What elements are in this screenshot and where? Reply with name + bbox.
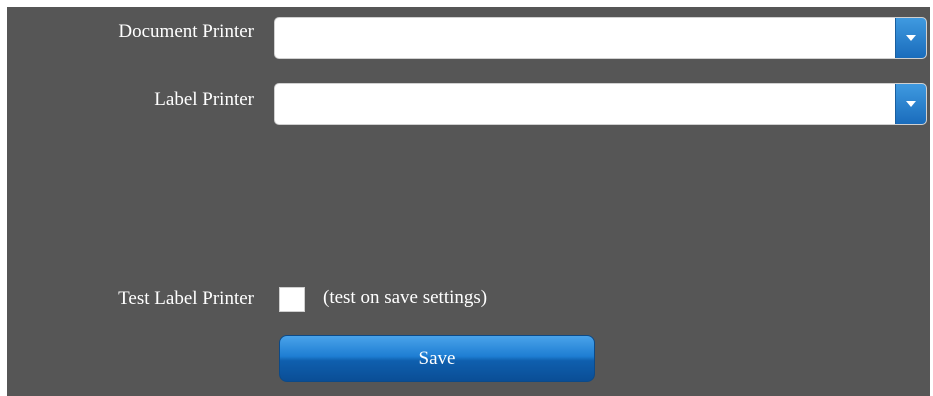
- test-label-printer-checkbox[interactable]: [279, 287, 305, 312]
- chevron-down-icon: [906, 35, 916, 41]
- label-printer-dropdown-button[interactable]: [895, 84, 926, 124]
- document-printer-label: Document Printer: [118, 21, 254, 42]
- document-printer-select[interactable]: [274, 17, 927, 59]
- label-printer-select[interactable]: [274, 83, 927, 125]
- chevron-down-icon: [906, 101, 916, 107]
- test-label-printer-label: Test Label Printer: [118, 288, 254, 309]
- document-printer-dropdown-button[interactable]: [895, 18, 926, 58]
- label-printer-label: Label Printer: [154, 89, 254, 110]
- printer-settings-panel: Document Printer Label Printer Test Labe…: [7, 7, 930, 396]
- test-on-save-hint: (test on save settings): [323, 287, 488, 308]
- save-button[interactable]: Save: [279, 335, 595, 382]
